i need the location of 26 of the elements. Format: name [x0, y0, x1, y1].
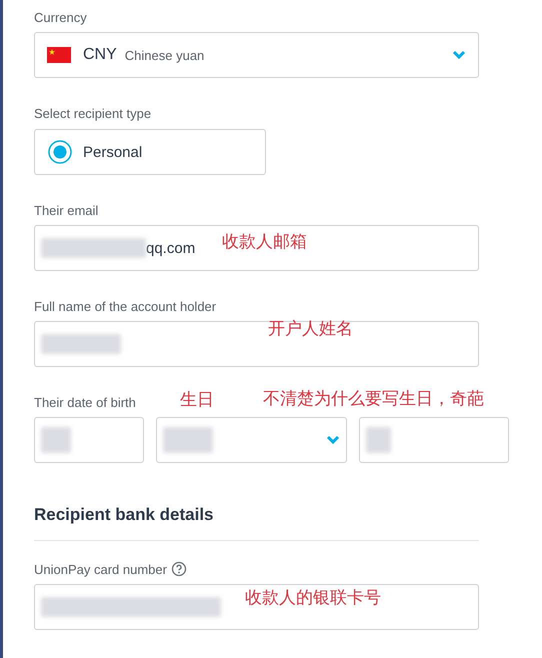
currency-code: CNY — [83, 46, 117, 64]
field-value: qq.com — [146, 240, 196, 256]
input-field[interactable] — [34, 321, 479, 367]
section-heading: Recipient bank details — [34, 505, 214, 525]
field-label: UnionPay card number — [34, 562, 167, 578]
annotation-text: 不清楚为什么要写生日，奇葩 — [263, 389, 484, 409]
help-icon — [170, 561, 187, 577]
field-label: Their date of birth — [34, 395, 136, 411]
field-label: Full name of the account holder — [34, 299, 216, 315]
annotation-text: 收款人的银联卡号 — [245, 588, 381, 608]
field-label: Their email — [34, 203, 98, 219]
input-field[interactable] — [34, 417, 144, 463]
chevron-down-icon — [326, 435, 340, 445]
chevron-down-icon — [452, 50, 466, 60]
input-field[interactable] — [34, 584, 479, 630]
input-field[interactable] — [359, 417, 509, 463]
currency-select[interactable]: CNY Chinese yuan — [34, 32, 479, 78]
radio-option[interactable]: Personal — [34, 129, 266, 175]
field-label: Select recipient type — [34, 106, 152, 122]
annotation-text: 开户人姓名 — [268, 319, 353, 339]
annotation-text: 收款人邮箱 — [222, 232, 307, 252]
currency-name: Chinese yuan — [124, 48, 206, 62]
annotation-text: 生日 — [180, 390, 214, 410]
field-label: Currency — [34, 10, 87, 26]
month-select[interactable] — [156, 417, 347, 463]
flag-icon — [47, 47, 71, 63]
